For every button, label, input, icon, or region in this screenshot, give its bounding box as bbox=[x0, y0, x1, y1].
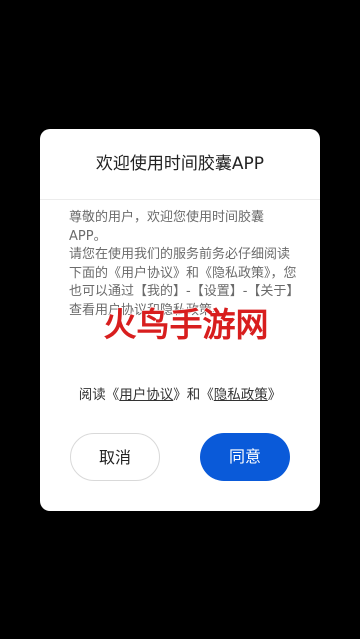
dialog-title: 欢迎使用时间胶囊APP bbox=[40, 129, 320, 200]
agreement-prefix: 阅读《 bbox=[78, 387, 120, 403]
user-agreement-link[interactable]: 用户协议 bbox=[119, 387, 173, 403]
body-paragraph-greeting: 尊敬的用户，欢迎您使用时间胶囊APP。 bbox=[69, 210, 265, 244]
agree-button[interactable]: 同意 bbox=[200, 433, 290, 481]
agreement-line: 阅读《用户协议》和《隐私政策》 bbox=[40, 383, 320, 403]
body-paragraph-instructions: 请您在使用我们的服务前务必仔细阅读下面的《用户协议》和《隐私政策》，您也可以通过… bbox=[69, 247, 297, 318]
privacy-policy-link[interactable]: 隐私政策 bbox=[214, 387, 268, 403]
cancel-button[interactable]: 取消 bbox=[70, 433, 160, 481]
agreement-suffix: 》 bbox=[267, 387, 282, 403]
agreement-middle: 》和《 bbox=[173, 387, 214, 403]
screen: 欢迎使用时间胶囊APP 尊敬的用户，欢迎您使用时间胶囊APP。 请您在使用我们的… bbox=[0, 0, 360, 639]
privacy-dialog: 欢迎使用时间胶囊APP 尊敬的用户，欢迎您使用时间胶囊APP。 请您在使用我们的… bbox=[40, 129, 320, 511]
dialog-body: 尊敬的用户，欢迎您使用时间胶囊APP。 请您在使用我们的服务前务必仔细阅读下面的… bbox=[69, 209, 299, 320]
